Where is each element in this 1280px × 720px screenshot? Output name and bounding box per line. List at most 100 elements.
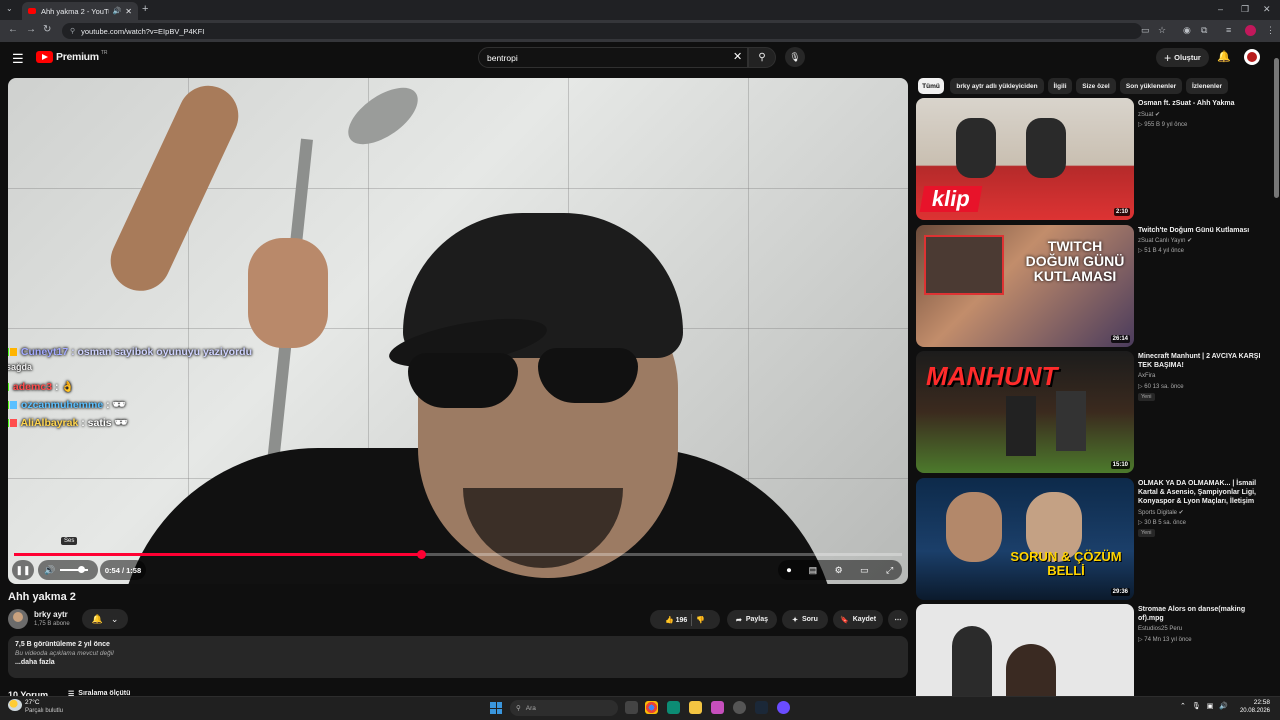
save-button[interactable]: 🔖 Kaydet [833, 610, 883, 629]
voice-search-button[interactable]: 🎙 [785, 47, 805, 67]
subtitles-icon[interactable]: ▤ [809, 565, 818, 576]
browser-tab[interactable]: Ahh yakma 2 - YouTube 🔊 ✕ [22, 2, 138, 20]
ask-button[interactable]: ✦ Soru [782, 610, 828, 629]
recommendation-meta: ▷ 30 B 5 sa. önce [1138, 520, 1186, 526]
chevron-up-icon[interactable]: ⌃ [1180, 702, 1186, 710]
thumb-text: klip [919, 186, 983, 212]
search-input[interactable]: bentropi [478, 47, 748, 68]
minimize-icon[interactable]: – [1218, 4, 1223, 14]
app-icon[interactable] [711, 701, 724, 714]
forward-icon[interactable]: → [26, 24, 36, 35]
puzzle-icon[interactable]: ⧉ [1201, 25, 1207, 36]
more-actions-button[interactable]: ⋯ [888, 610, 908, 629]
speaker-icon[interactable]: 🔊 [1219, 702, 1228, 710]
bookmark-star-icon[interactable]: ☆ [1158, 25, 1166, 36]
url-text: youtube.com/watch?v=EIpBV_P4KFI [81, 26, 205, 36]
extension-icon[interactable]: ◉ [1183, 25, 1191, 36]
edge-icon[interactable] [667, 701, 680, 714]
new-tab-button[interactable]: + [142, 3, 148, 15]
description-box[interactable]: 7,5 B görüntüleme 2 yıl önce Bu videoda … [8, 636, 908, 678]
steam-icon[interactable] [755, 701, 768, 714]
clock-date[interactable]: 20.08.2026 [1232, 708, 1270, 714]
recommendation-thumbnail[interactable] [916, 604, 1134, 696]
recommendation-title[interactable]: Minecraft Manhunt | 2 AVCIYA KARŞI TEK B… [1138, 352, 1266, 370]
chip-recently-uploaded[interactable]: Son yüklenenler [1120, 78, 1182, 94]
video-player[interactable]: Cuneyt17 : osman sayibok oyunuyu yaziyor… [8, 78, 908, 584]
like-button[interactable]: 👍 196 [665, 616, 687, 624]
file-explorer-icon[interactable] [689, 701, 702, 714]
notifications-bell-icon[interactable]: 🔔 [1217, 50, 1231, 63]
reload-icon[interactable]: ↻ [43, 24, 51, 35]
audio-playing-icon[interactable]: 🔊 [113, 7, 122, 15]
network-icon[interactable]: ▣ [1207, 702, 1214, 710]
progress-bar[interactable] [14, 550, 902, 559]
app-icon[interactable] [733, 701, 746, 714]
browser-tab-bar [0, 0, 1280, 20]
chat-user: ozcanmuhemme [20, 399, 104, 411]
weather-icon[interactable] [8, 699, 22, 711]
media-icon[interactable]: ≡ [1226, 25, 1231, 35]
clock-time[interactable]: 22:58 [1240, 699, 1270, 706]
create-button[interactable]: + Oluştur [1156, 48, 1209, 67]
dislike-button[interactable]: 👎 [696, 616, 705, 624]
address-bar[interactable]: ⚲ youtube.com/watch?v=EIpBV_P4KFI [62, 23, 1142, 39]
recommendation-channel[interactable]: zSuat Canlı Yayın ✔ [1138, 237, 1192, 244]
chrome-icon[interactable] [645, 701, 658, 714]
recommendation-title[interactable]: Osman ft. zSuat - Ahh Yakma [1138, 99, 1266, 108]
channel-avatar[interactable] [8, 609, 28, 629]
recommendation-thumbnail[interactable]: TWITCH DOĞUM GÜNÜ KUTLAMASI 26:14 [916, 225, 1134, 347]
search-value: bentropi [487, 52, 518, 63]
settings-gear-icon[interactable]: ⚙ [835, 565, 843, 576]
volume-slider-knob[interactable] [78, 566, 85, 573]
chip-related[interactable]: İlgili [1048, 78, 1072, 94]
chat-message: : 🕶 [106, 399, 126, 411]
start-windows-icon[interactable] [490, 702, 502, 714]
video-frame-hand [248, 238, 328, 348]
recommendation-channel[interactable]: zSuat ✔ [1138, 111, 1160, 118]
cast-icon[interactable]: ▭ [1141, 25, 1150, 36]
recommendation-thumbnail[interactable]: klip 2:10 [916, 98, 1134, 220]
chip-from-uploader[interactable]: brky aytr adlı yükleyiciden [950, 78, 1044, 94]
close-tab-icon[interactable]: ✕ [125, 7, 132, 16]
account-avatar[interactable] [1244, 49, 1260, 65]
recommendation-thumbnail[interactable]: MANHUNT 15:10 [916, 351, 1134, 473]
recommendation-thumbnail[interactable]: SORUN & ÇÖZÜM BELLİ 29:36 [916, 478, 1134, 600]
menu-icon[interactable]: ☰ [12, 51, 24, 67]
recommendation-channel[interactable]: Estudios25 Peru [1138, 626, 1182, 632]
maximize-icon[interactable]: ❐ [1241, 4, 1249, 15]
chip-for-you[interactable]: Size özel [1076, 78, 1116, 94]
media-player-icon[interactable] [777, 701, 790, 714]
taskbar-search[interactable]: ⚲ Ara [510, 700, 618, 716]
fullscreen-icon[interactable]: ⤢ [886, 565, 893, 576]
site-info-icon[interactable]: ⚲ [70, 27, 75, 35]
autoplay-toggle-icon[interactable]: ⏺ [787, 565, 792, 576]
recommendation-channel[interactable]: AxFira [1138, 373, 1155, 379]
clear-search-icon[interactable]: ✕ [733, 50, 742, 63]
show-more-link[interactable]: ...daha fazla [15, 659, 901, 666]
recommendation-title[interactable]: Twitch'te Doğum Günü Kutlaması [1138, 226, 1266, 235]
microphone-icon[interactable]: 🎙 [1192, 702, 1201, 710]
share-button[interactable]: ➦ Paylaş [727, 610, 777, 629]
recommendation-channel[interactable]: Sports Digitale ✔ [1138, 509, 1184, 516]
weather-temperature[interactable]: 27°C [25, 699, 40, 706]
browser-profile-avatar[interactable] [1245, 25, 1256, 36]
task-view-icon[interactable] [625, 701, 638, 714]
weather-description[interactable]: Parçalı bulutlu [25, 708, 63, 714]
theater-mode-icon[interactable]: ▭ [860, 565, 869, 576]
channel-name[interactable]: brky aytr [34, 610, 68, 619]
youtube-logo[interactable]: Premium TR [36, 50, 108, 63]
tab-list-chevron-icon[interactable]: ⌄ [6, 4, 13, 13]
search-button[interactable]: ⚲ [748, 47, 776, 68]
close-window-icon[interactable]: ✕ [1263, 4, 1271, 15]
progress-scrubber[interactable] [416, 550, 426, 559]
pause-button[interactable]: ❚❚ [12, 560, 34, 580]
subscribed-notification-button[interactable]: 🔔 ⌄ [82, 609, 128, 629]
browser-menu-icon[interactable]: ⋮ [1266, 25, 1275, 36]
chat-message: : satis 🕶 [81, 417, 128, 429]
recommendation-title[interactable]: Stromae Alors on danse(making of).mpg [1138, 605, 1266, 623]
chip-all[interactable]: Tümü [918, 78, 944, 94]
recommendation-title[interactable]: OLMAK YA DA OLMAMAK... | İsmail Kartal &… [1138, 479, 1266, 506]
back-icon[interactable]: ← [8, 24, 18, 35]
page-scrollbar-thumb[interactable] [1274, 58, 1279, 198]
chip-watched[interactable]: İzlenenler [1186, 78, 1228, 94]
